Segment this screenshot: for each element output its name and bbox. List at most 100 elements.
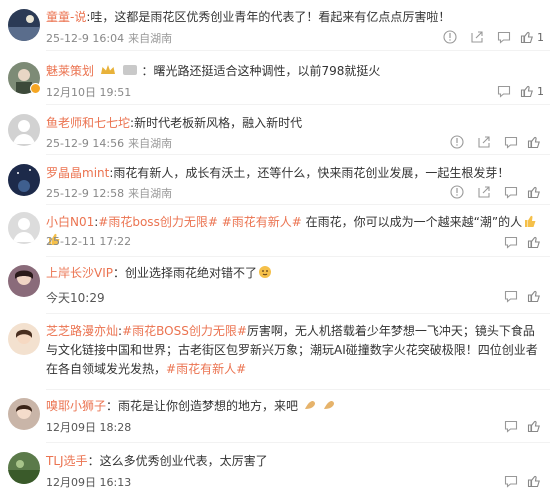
comment-item: 芝芝路漫亦灿:#雨花BOSS创力无限#厉害啊，无人机搭载着少年梦想一飞冲天；镜头…: [0, 313, 550, 389]
comment-actions: [496, 287, 544, 305]
like-button[interactable]: [527, 419, 544, 433]
comment-actions: [496, 233, 544, 251]
comment-text: 厉害啊，无人机搭载着少年梦想一飞冲天；镜头下食品与文化链接中国和世界；古老街区包…: [46, 324, 538, 376]
comment-meta: 25-12-11 17:22: [46, 235, 131, 248]
comment-source: 来自湖南: [128, 187, 173, 200]
topic-link[interactable]: #雨花有新人#: [222, 215, 302, 229]
comment-text: 雨花是让你创造梦想的地方，来吧: [118, 399, 299, 413]
comment-time: 25-12-11 17:22: [46, 235, 132, 248]
comment-actions: [442, 183, 544, 201]
comment-nickname[interactable]: 罗晶晶mint: [46, 166, 109, 180]
comment-text-line: 魅莱策划 ：曙光路还挺适合这种调性，以前798就挺火: [46, 63, 381, 78]
share-icon[interactable]: [472, 183, 496, 201]
comment-meta: 12月09日 18:28: [46, 419, 131, 435]
like-icon: [527, 290, 540, 303]
comment-time: 今天10:29: [46, 291, 105, 305]
avatar[interactable]: [8, 9, 40, 41]
comment-icon[interactable]: [492, 28, 516, 46]
comment-actions: [496, 472, 544, 490]
avatar[interactable]: [8, 452, 40, 484]
comment-text: 新时代老板新风格，融入新时代: [134, 116, 303, 130]
comment-icon[interactable]: [499, 233, 523, 251]
like-button[interactable]: 1: [520, 84, 544, 98]
info-icon[interactable]: [438, 28, 462, 46]
comment-time: 12月09日 16:13: [46, 476, 132, 489]
comment-meta: 25-12-9 12:58 来自湖南: [46, 185, 172, 201]
comment-text-line: 嗅耶小狮子：雨花是让你创造梦想的地方，来吧: [46, 397, 542, 415]
comment-source: 来自湖南: [128, 32, 173, 45]
like-count: 1: [537, 84, 544, 98]
comment-nickname[interactable]: 鱼老师和七七坨: [46, 116, 130, 130]
comment-item: 鱼老师和七七坨:新时代老板新风格，融入新时代 25-12-9 14:56 来自湖南: [0, 104, 550, 154]
comment-text-line: 芝芝路漫亦灿:#雨花BOSS创力无限#厉害啊，无人机搭载着少年梦想一飞冲天；镜头…: [46, 324, 538, 376]
comment-time: 12月10日 19:51: [46, 86, 132, 99]
like-icon: [527, 136, 540, 149]
flex-arm-emoji-icon: [322, 398, 336, 412]
avatar[interactable]: [8, 323, 40, 355]
avatar[interactable]: [8, 164, 40, 196]
level-badge-icon: [122, 63, 138, 75]
avatar[interactable]: [8, 265, 40, 297]
comment-nickname[interactable]: 童童-说: [46, 10, 86, 24]
avatar[interactable]: [8, 114, 40, 146]
like-icon: [527, 186, 540, 199]
comment-meta: 25-12-9 14:56 来自湖南: [46, 135, 172, 151]
topic-link[interactable]: #雨花boss创力无限#: [98, 215, 218, 229]
comment-icon[interactable]: [492, 82, 516, 100]
comment-icon[interactable]: [499, 287, 523, 305]
like-icon: [527, 236, 540, 249]
comment-meta: 25-12-9 16:04 来自湖南: [46, 30, 172, 46]
topic-link[interactable]: #雨花BOSS创力无限#: [122, 324, 247, 338]
comment-nickname[interactable]: 上岸长沙VIP: [46, 266, 113, 280]
comment-text: 在雨花，你可以成为一个越来越“潮”的人: [301, 215, 523, 229]
comment-text-line: TLJ选手：这么多优秀创业代表，太厉害了: [46, 454, 268, 468]
info-icon[interactable]: [445, 133, 469, 151]
like-button[interactable]: [527, 289, 544, 303]
comment-meta: 12月10日 19:51: [46, 84, 131, 100]
comment-icon[interactable]: [499, 417, 523, 435]
like-button[interactable]: [527, 474, 544, 488]
comment-item: 魅莱策划 ：曙光路还挺适合这种调性，以前798就挺火 12月10日 19:51 …: [0, 50, 550, 104]
comment-item: 上岸长沙VIP：创业选择雨花绝对错不了 今天10:29: [0, 256, 550, 312]
comment-text: 创业选择雨花绝对错不了: [125, 266, 258, 280]
comment-nickname[interactable]: 魅莱策划: [46, 64, 94, 78]
comment-text-line: 罗晶晶mint:雨花有新人，成长有沃土，还等什么，快来雨花创业发展，一起生根发芽…: [46, 166, 510, 180]
comment-text: 雨花有新人，成长有沃土，还等什么，快来雨花创业发展，一起生根发芽！: [113, 166, 510, 180]
comment-actions: [442, 133, 544, 151]
like-button[interactable]: 1: [520, 30, 544, 44]
comment-icon[interactable]: [499, 472, 523, 490]
comment-meta: 12月09日 16:13: [46, 474, 131, 490]
comment-source: 来自湖南: [128, 137, 173, 150]
comment-nickname[interactable]: 芝芝路漫亦灿: [46, 324, 118, 338]
avatar[interactable]: [8, 398, 40, 430]
share-icon[interactable]: [472, 133, 496, 151]
flex-arm-emoji-icon: [303, 398, 317, 412]
like-icon: [527, 420, 540, 433]
comment-text-line: 上岸长沙VIP：创业选择雨花绝对错不了: [46, 264, 542, 282]
comment-icon[interactable]: [499, 133, 523, 151]
share-icon[interactable]: [465, 28, 489, 46]
comment-nickname[interactable]: 嗅耶小狮子: [46, 399, 106, 413]
like-icon: [527, 475, 540, 488]
comment-item: 童童-说:哇，这都是雨花区优秀创业青年的代表了！看起来有亿点点厉害啦！ 25-1…: [0, 0, 550, 50]
verified-badge-icon: [30, 83, 41, 94]
like-button[interactable]: [527, 135, 544, 149]
like-icon: [520, 31, 533, 44]
comment-text: 哇，这都是雨花区优秀创业青年的代表了！看起来有亿点点厉害啦！: [90, 10, 451, 24]
lion-emoji-icon: [258, 265, 272, 279]
comment-time: 25-12-9 12:58: [46, 187, 125, 200]
comment-nickname[interactable]: TLJ选手: [46, 454, 88, 468]
comment-text-line: 童童-说:哇，这都是雨花区优秀创业青年的代表了！看起来有亿点点厉害啦！: [46, 10, 451, 24]
comment-time: 25-12-9 14:56: [46, 137, 125, 150]
avatar[interactable]: [8, 212, 40, 244]
like-button[interactable]: [527, 235, 544, 249]
comment-icon[interactable]: [499, 183, 523, 201]
topic-link[interactable]: #雨花有新人#: [166, 362, 246, 376]
comment-text: 这么多优秀创业代表，太厉害了: [99, 454, 268, 468]
like-button[interactable]: [527, 185, 544, 199]
comment-text-line: 鱼老师和七七坨:新时代老板新风格，融入新时代: [46, 116, 303, 130]
crown-medal-icon: [100, 63, 116, 75]
info-icon[interactable]: [445, 183, 469, 201]
comment-nickname[interactable]: 小白N01: [46, 215, 94, 229]
comment-meta: 今天10:29: [46, 289, 105, 306]
